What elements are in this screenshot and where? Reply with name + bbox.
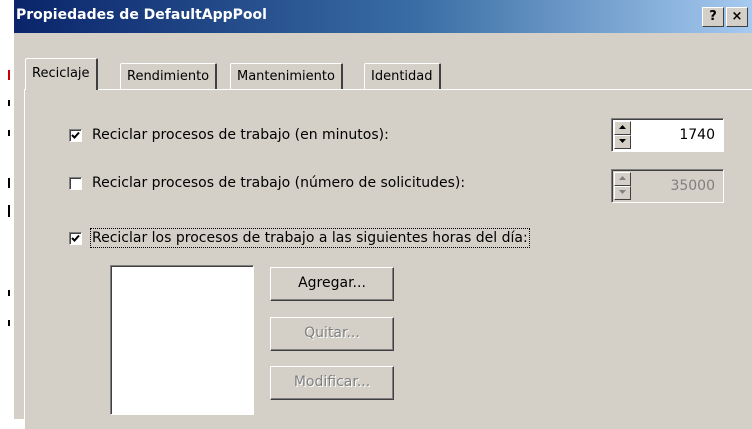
tab-rendimiento[interactable]: Rendimiento xyxy=(120,63,218,89)
recycle-requests-spinner[interactable]: 35000 xyxy=(611,169,724,203)
recycle-minutes-checkbox[interactable] xyxy=(69,129,82,142)
close-button[interactable]: × xyxy=(726,7,748,27)
remove-button[interactable]: Quitar... xyxy=(270,317,394,351)
tab-identidad[interactable]: Identidad xyxy=(364,63,441,89)
edge-mark xyxy=(8,178,10,188)
recycle-minutes-value: 1740 xyxy=(679,127,715,143)
spinner-up-arrow-icon[interactable] xyxy=(614,172,631,186)
spinner-arrows xyxy=(614,121,631,149)
checkmark-icon xyxy=(71,131,80,139)
recycle-times-label: Reciclar los procesos de trabajo a las s… xyxy=(90,228,530,248)
edge-mark xyxy=(8,320,10,326)
title-bar[interactable]: Propiedades de DefaultAppPool ? × xyxy=(14,0,752,33)
spinner-arrows xyxy=(614,172,631,200)
edge-mark xyxy=(8,130,10,136)
edge-mark xyxy=(8,290,10,296)
left-edge-strip xyxy=(0,0,14,419)
properties-dialog: Propiedades de DefaultAppPool ? × Recicl… xyxy=(14,0,752,429)
recycle-requests-value: 35000 xyxy=(670,178,715,194)
spinner-down-arrow-icon[interactable] xyxy=(614,186,631,200)
spinner-down-arrow-icon[interactable] xyxy=(614,135,631,149)
checkmark-icon xyxy=(71,234,80,242)
modify-button[interactable]: Modificar... xyxy=(270,366,394,400)
recycle-minutes-spinner[interactable]: 1740 xyxy=(611,118,724,152)
dialog-title: Propiedades de DefaultAppPool xyxy=(16,7,267,23)
recycle-times-listbox[interactable] xyxy=(110,265,254,415)
tab-mantenimiento[interactable]: Mantenimiento xyxy=(230,63,343,89)
add-button[interactable]: Agregar... xyxy=(270,267,394,301)
recycle-requests-checkbox[interactable] xyxy=(69,177,82,190)
recycle-requests-label: Reciclar procesos de trabajo (número de … xyxy=(92,175,466,191)
recycle-minutes-label: Reciclar procesos de trabajo (en minutos… xyxy=(92,127,389,143)
tab-panel-reciclaje: Reciclar procesos de trabajo (en minutos… xyxy=(24,89,752,429)
tab-reciclaje[interactable]: Reciclaje xyxy=(25,58,98,90)
edge-mark xyxy=(8,70,10,80)
edge-mark xyxy=(8,100,10,106)
spinner-up-arrow-icon[interactable] xyxy=(614,121,631,135)
recycle-times-checkbox[interactable] xyxy=(69,232,82,245)
help-button[interactable]: ? xyxy=(702,7,724,27)
edge-mark xyxy=(8,205,10,217)
